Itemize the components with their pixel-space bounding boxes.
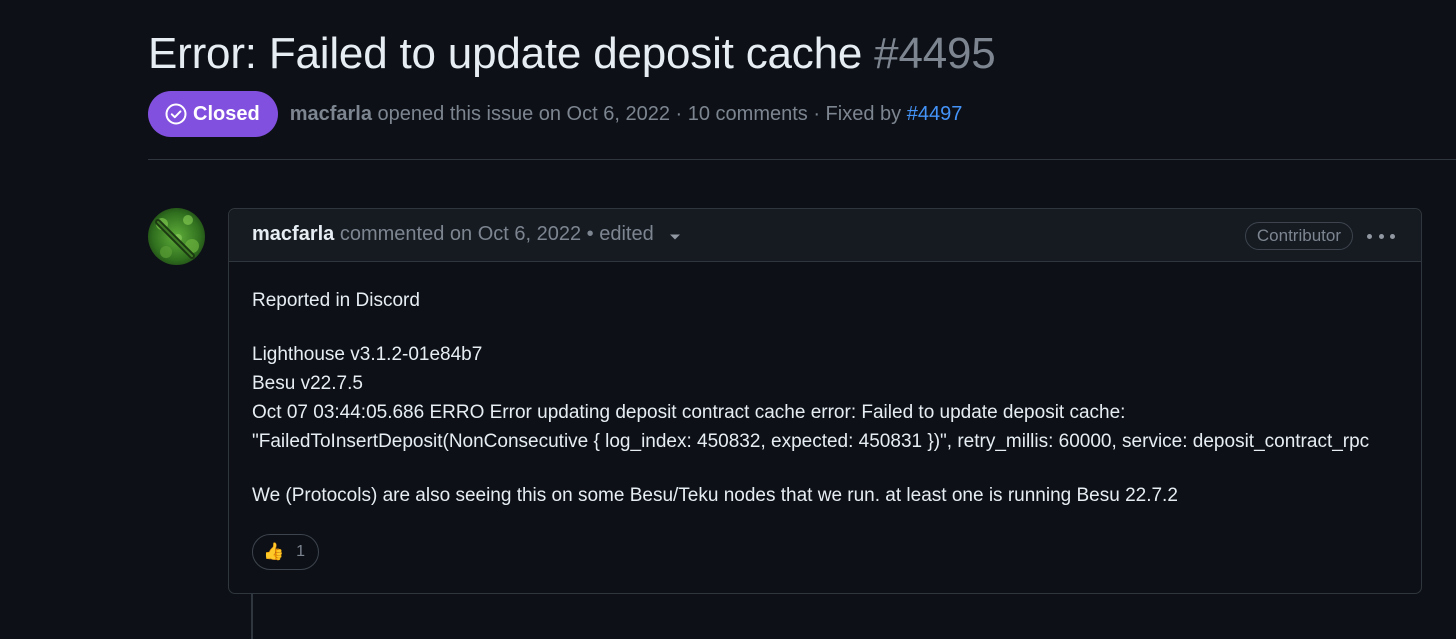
issue-opened-text: opened this issue on Oct 6, 2022 · 10 co… — [377, 102, 902, 125]
thumbs-up-reaction-button[interactable]: 👍 1 — [252, 534, 320, 570]
comment-line: Lighthouse v3.1.2-01e84b7 — [252, 344, 483, 365]
closed-state-badge: Closed — [148, 91, 278, 137]
comment-paragraph: Reported in Discord — [252, 290, 420, 311]
header-divider — [148, 159, 1456, 160]
issue-number: #4495 — [874, 29, 996, 78]
kebab-horizontal-icon[interactable] — [1367, 224, 1395, 248]
comment-meta-text[interactable]: commented on Oct 6, 2022 • edited — [340, 223, 654, 245]
issue-author-link[interactable]: macfarla — [290, 103, 372, 125]
issue-title: Error: Failed to update deposit cache — [148, 29, 863, 78]
comment-line: "FailedToInsertDeposit(NonConsecutive { … — [252, 431, 1370, 452]
comment-box: macfarla commented on Oct 6, 2022 • edit… — [228, 208, 1422, 594]
comment-header: macfarla commented on Oct 6, 2022 • edit… — [229, 209, 1421, 262]
check-circle-icon — [165, 103, 187, 125]
comment-paragraph: Lighthouse v3.1.2-01e84b7 Besu v22.7.5 O… — [252, 340, 1369, 456]
caret-down-icon[interactable] — [669, 224, 681, 247]
fixed-by-pr-link[interactable]: #4497 — [907, 103, 963, 125]
avatar[interactable] — [148, 208, 205, 265]
comment-paragraph: We (Protocols) are also seeing this on s… — [252, 485, 1178, 506]
issue-meta-text: macfarla opened this issue on Oct 6, 202… — [290, 103, 963, 126]
comment-author-link[interactable]: macfarla — [252, 223, 334, 245]
issue-title-row: Error: Failed to update deposit cache #4… — [148, 26, 996, 82]
thumbs-up-icon: 👍 — [263, 542, 285, 561]
comment-line: Oct 07 03:44:05.686 ERRO Error updating … — [252, 402, 1126, 423]
issue-meta-row: Closed macfarla opened this issue on Oct… — [148, 91, 962, 137]
comment-line: Besu v22.7.5 — [252, 373, 363, 394]
contributor-badge: Contributor — [1244, 222, 1353, 250]
reaction-count: 1 — [296, 543, 306, 560]
timeline-line — [251, 593, 253, 639]
state-label: Closed — [193, 102, 260, 125]
comment-meta: macfarla commented on Oct 6, 2022 • edit… — [252, 223, 681, 246]
